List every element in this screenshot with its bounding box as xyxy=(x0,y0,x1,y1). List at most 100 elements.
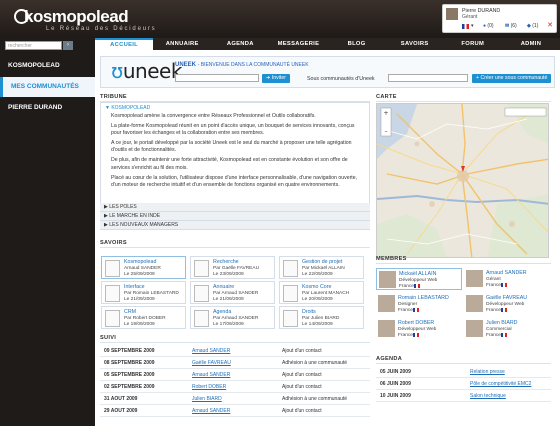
divider xyxy=(376,363,551,364)
accordion-poles[interactable]: ▶ LES POLES xyxy=(100,203,370,212)
main-nav: ACCUEIL ANNUAIRE AGENDA MESSAGERIE BLOG … xyxy=(95,38,560,50)
doc-author: Par Romain LEBASTARD xyxy=(124,291,179,296)
tab-blog[interactable]: BLOG xyxy=(328,38,386,50)
member-country: France xyxy=(486,333,501,338)
stat-contacts: (0) xyxy=(487,23,494,29)
member-role: Commercial xyxy=(486,327,512,332)
knowledge-doc[interactable]: Annuaire Par Arnaud SANDER Le 21/09/2009 xyxy=(190,281,275,304)
activity-member-link[interactable]: Gaëlle FAVREAU xyxy=(192,358,231,369)
activity-member-link[interactable]: Arnaud SANDER xyxy=(192,406,230,417)
sidebar-item-kosmopolead[interactable]: KOSMOPOLEAD xyxy=(0,56,95,76)
doc-author: Par Arnaud SANDER xyxy=(213,291,259,296)
member-name: Gaëlle FAVREAU xyxy=(486,295,528,301)
map-view[interactable]: + – xyxy=(376,103,549,258)
mail-icon: ✉ xyxy=(505,23,510,29)
tab-annuaire[interactable]: ANNUAIRE xyxy=(153,38,211,50)
folder-icon xyxy=(194,285,209,302)
member-card[interactable]: Romain LEBASTARD Designer France xyxy=(376,293,462,315)
agenda-event-link[interactable]: Relation presse xyxy=(470,367,505,378)
activity-member-link[interactable]: Arnaud SANDER xyxy=(192,370,230,381)
avatar xyxy=(378,320,395,337)
alert-icon: ◆ xyxy=(527,23,531,29)
knowledge-doc[interactable]: CRM Par Robert DOBER Le 19/09/2009 xyxy=(101,306,186,329)
activity-date: 31 AOUT 2009 xyxy=(104,396,138,402)
folder-icon xyxy=(283,310,298,327)
accordion-marche-inde[interactable]: ▶ LE MARCHE EN INDE xyxy=(100,212,370,221)
membres-heading: MEMBRES xyxy=(376,256,407,262)
agenda-event-link[interactable]: Pôle de compétitivité EMC2 xyxy=(470,379,531,390)
doc-date: Le 19/09/2009 xyxy=(124,322,155,327)
agenda-date: 06 JUIN 2009 xyxy=(380,381,411,387)
folder-icon xyxy=(105,260,120,277)
knowledge-doc[interactable]: Gestion de projet Par Mickaël ALLAIN Le 22… xyxy=(279,256,364,279)
tribune-tab[interactable]: ▼ KOSMOPOLEAD xyxy=(105,105,150,111)
invite-input[interactable] xyxy=(175,74,259,82)
doc-date: Le 21/09/2009 xyxy=(213,297,244,302)
tagline: Le Réseau des Décideurs xyxy=(46,26,157,32)
member-card[interactable]: Mickaël ALLAIN Développeur Web France xyxy=(376,268,462,290)
arrow-icon: ➜ xyxy=(266,75,271,81)
member-role: Développeur Web xyxy=(399,278,438,283)
accordion-nouveaux-managers[interactable]: ▶ LES NOUVEAUX MANAGERS xyxy=(100,221,370,230)
logout-icon[interactable]: ✕ xyxy=(547,21,553,29)
activity-row: 29 AOUT 2009 Arnaud SANDER Ajout d'un cont… xyxy=(100,406,370,417)
chevron-down-icon[interactable]: ▾ xyxy=(471,23,474,29)
doc-author: Par Mickaël ALLAIN xyxy=(302,266,345,271)
stat-alerts: (1) xyxy=(532,23,539,29)
sub-community-select[interactable] xyxy=(388,74,468,82)
tribune-paragraph: A ce jour, le portail développé par la s… xyxy=(111,140,352,154)
member-country: France xyxy=(486,283,501,288)
invite-button[interactable]: ➜ Inviter xyxy=(262,74,290,83)
tab-messagerie[interactable]: MESSAGERIE xyxy=(269,38,327,50)
sidebar-item-communautes[interactable]: MES COMMUNAUTÉS xyxy=(0,77,95,97)
activity-member-link[interactable]: Julien BIARD xyxy=(192,394,222,405)
tab-forum[interactable]: FORUM xyxy=(444,38,502,50)
tab-admin[interactable]: ADMIN xyxy=(502,38,560,50)
activity-row: 31 AOUT 2009 Julien BIARD Adhésion à une c… xyxy=(100,394,370,405)
flag-france-icon xyxy=(462,24,469,29)
knowledge-doc[interactable]: Kosmo Core Par Laurent MANACH Le 20/09/200… xyxy=(279,281,364,304)
tab-accueil[interactable]: ACCUEIL xyxy=(95,38,154,50)
tribune-panel: ▼ KOSMOPOLEAD Kosmopolead amène la conve… xyxy=(100,102,370,210)
savoirs-heading: SAVOIRS xyxy=(100,240,127,246)
messages-stat[interactable]: ✉ (6) xyxy=(505,23,517,29)
search-button[interactable]: › xyxy=(63,41,73,50)
tribune-heading: TRIBUNE xyxy=(100,94,127,100)
member-role: Développeur Web xyxy=(486,302,525,307)
member-country: France xyxy=(398,308,413,313)
flag-france-icon xyxy=(413,308,419,312)
logo-text: kosmopolead xyxy=(24,7,129,26)
knowledge-doc[interactable]: Interface Par Romain LEBASTARD Le 21/09/20… xyxy=(101,281,186,304)
contacts-stat[interactable]: ● (0) xyxy=(483,23,494,29)
knowledge-doc[interactable]: Agenda Par Arnaud SANDER Le 17/09/2009 xyxy=(190,306,275,329)
doc-author: Par Julien BIARD xyxy=(302,316,340,321)
doc-title: Gestion de projet xyxy=(302,259,343,265)
search-input[interactable]: rechercher xyxy=(5,41,62,50)
knowledge-doc[interactable]: Droits Par Julien BIARD Le 14/09/2009 xyxy=(279,306,364,329)
community-banner: ʊuneek UNEEK - BIENVENUE DANS LA COMMUNA… xyxy=(100,56,555,88)
activity-date: 29 AOUT 2009 xyxy=(104,408,138,414)
activity-member-link[interactable]: Robert DOBER xyxy=(192,382,226,393)
create-community-button[interactable]: + Créer une sous communauté xyxy=(472,74,552,83)
member-card[interactable]: Robert DOBER Développeur Web France xyxy=(376,318,462,340)
agenda-event-link[interactable]: Salon technique xyxy=(470,391,506,402)
agenda-date: 05 JUIN 2009 xyxy=(380,369,411,375)
member-card[interactable]: Arnaud SANDER Gérant France xyxy=(464,268,550,290)
tab-agenda[interactable]: AGENDA xyxy=(211,38,269,50)
tab-savoirs[interactable]: SAVOIRS xyxy=(386,38,444,50)
member-card[interactable]: Gaëlle FAVREAU Développeur Web France xyxy=(464,293,550,315)
alerts-stat[interactable]: ◆ (1) xyxy=(527,23,538,29)
doc-title: Kosmopolead xyxy=(124,259,157,265)
member-card[interactable]: Julien BIARD Commercial France xyxy=(464,318,550,340)
member-name: Julien BIARD xyxy=(486,320,518,326)
sidebar-item-pierre-durand[interactable]: PIERRE DURAND xyxy=(0,98,95,118)
knowledge-doc[interactable]: Recherche Par Gaëlle FAVREAU Le 23/09/2009 xyxy=(190,256,275,279)
doc-title: Annuaire xyxy=(213,284,235,290)
agenda-row: 10 JUIN 2009 Salon technique xyxy=(376,391,551,402)
sub-community-label: Sous communautés d'Uneek xyxy=(307,76,375,82)
activity-member-link[interactable]: Arnaud SANDER xyxy=(192,346,230,357)
user-avatar[interactable] xyxy=(446,8,458,20)
knowledge-doc[interactable]: Kosmopolead Arnaud SANDER Le 25/09/2009 xyxy=(101,256,186,279)
logo[interactable]: kosmopolead xyxy=(14,7,129,27)
folder-icon xyxy=(194,260,209,277)
